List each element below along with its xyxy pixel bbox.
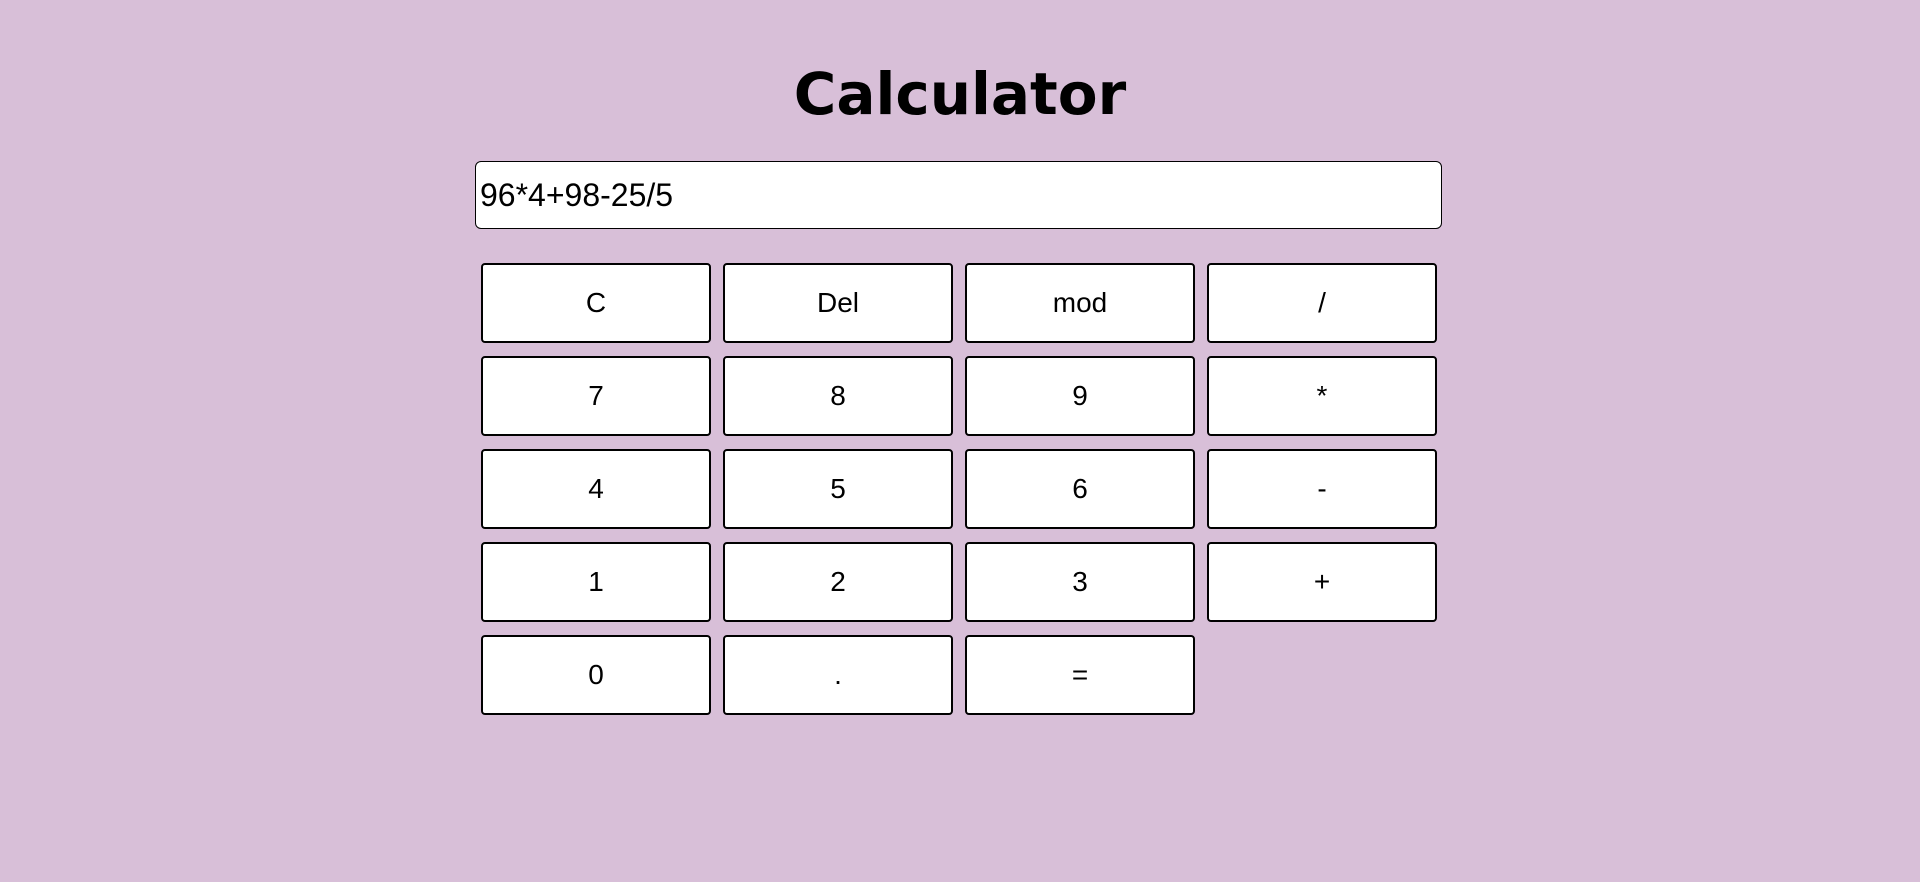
digit-7-button[interactable]: 7 <box>481 356 711 436</box>
page-title: Calculator <box>793 60 1127 128</box>
expression-display[interactable] <box>475 161 1442 229</box>
plus-button[interactable]: + <box>1207 542 1437 622</box>
equals-button[interactable]: = <box>965 635 1195 715</box>
digit-5-button[interactable]: 5 <box>723 449 953 529</box>
digit-2-button[interactable]: 2 <box>723 542 953 622</box>
digit-6-button[interactable]: 6 <box>965 449 1195 529</box>
clear-button[interactable]: C <box>481 263 711 343</box>
minus-button[interactable]: - <box>1207 449 1437 529</box>
multiply-button[interactable]: * <box>1207 356 1437 436</box>
digit-3-button[interactable]: 3 <box>965 542 1195 622</box>
mod-button[interactable]: mod <box>965 263 1195 343</box>
digit-4-button[interactable]: 4 <box>481 449 711 529</box>
delete-button[interactable]: Del <box>723 263 953 343</box>
decimal-button[interactable]: . <box>723 635 953 715</box>
digit-1-button[interactable]: 1 <box>481 542 711 622</box>
digit-9-button[interactable]: 9 <box>965 356 1195 436</box>
calculator-page: Calculator C Del mod / 7 8 9 * 4 5 6 - 1… <box>0 0 1920 882</box>
keypad: C Del mod / 7 8 9 * 4 5 6 - 1 2 3 + 0 . … <box>481 263 1437 715</box>
digit-8-button[interactable]: 8 <box>723 356 953 436</box>
divide-button[interactable]: / <box>1207 263 1437 343</box>
digit-0-button[interactable]: 0 <box>481 635 711 715</box>
